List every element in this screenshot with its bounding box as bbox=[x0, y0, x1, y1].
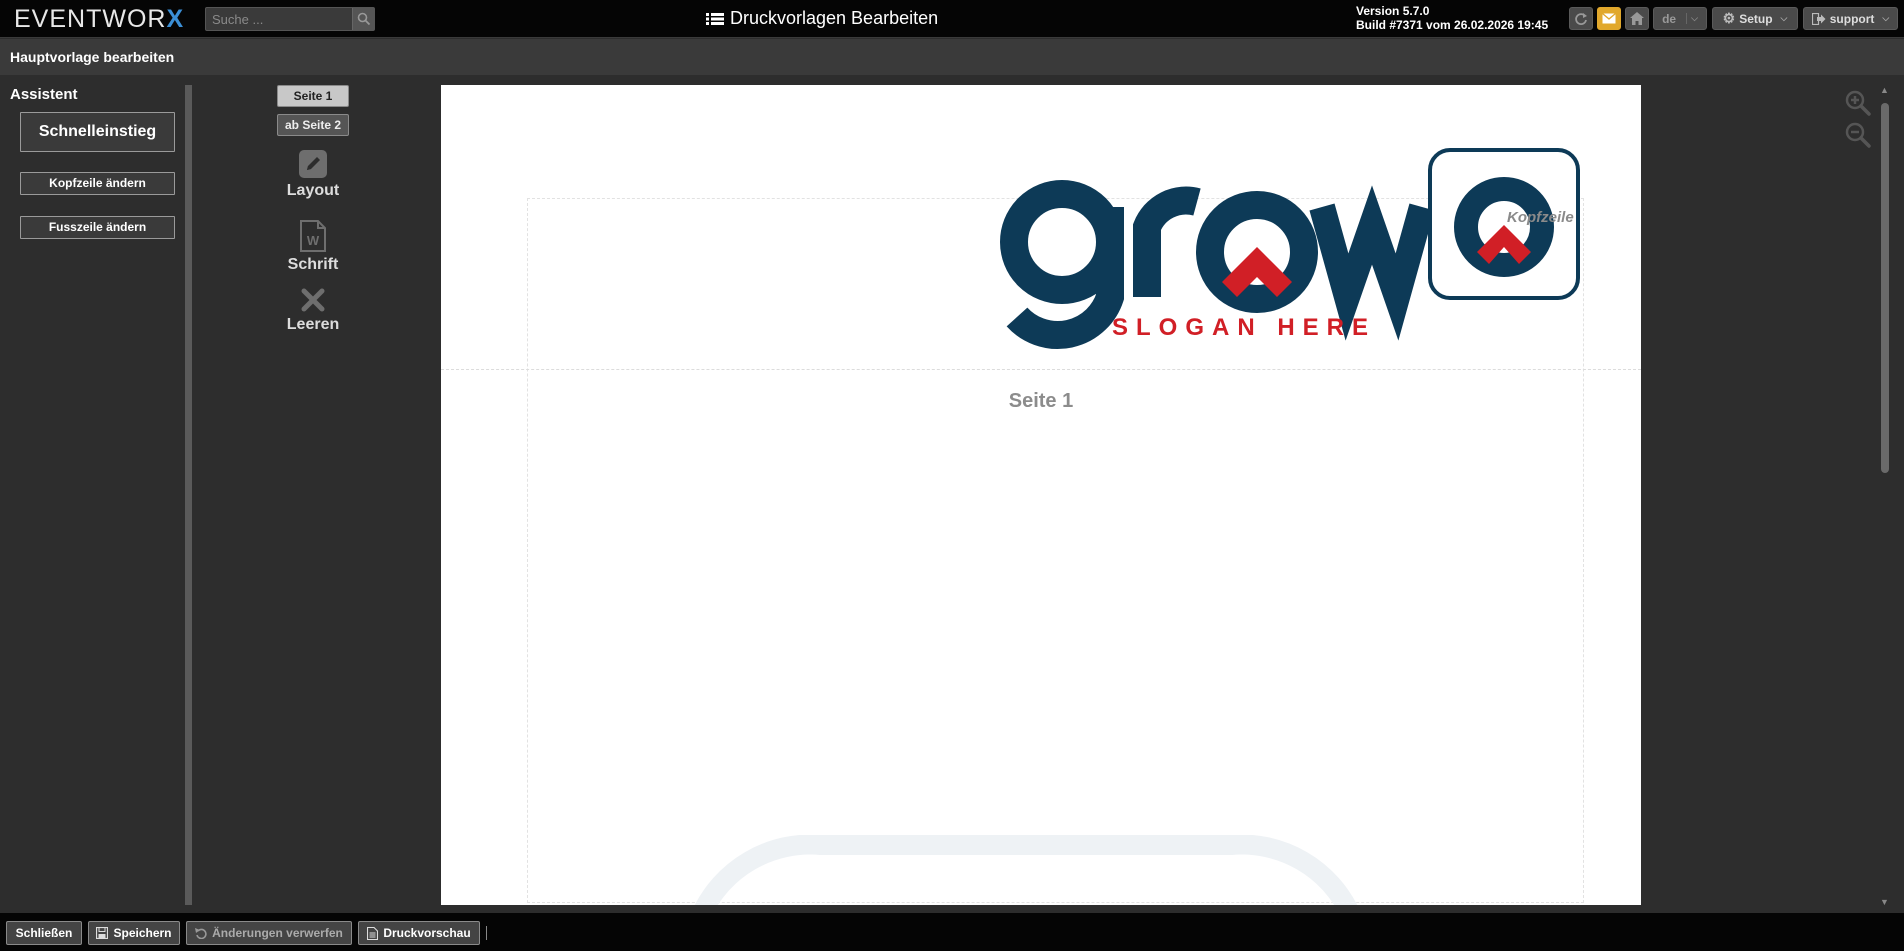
document-page[interactable]: SLOGAN HERE Kopfzeile Seite 1 bbox=[441, 85, 1641, 905]
word-document-icon: W bbox=[300, 220, 326, 252]
logo-slogan: SLOGAN HERE bbox=[1112, 314, 1376, 341]
version-number: Version 5.7.0 bbox=[1356, 4, 1430, 18]
font-label: Schrift bbox=[287, 256, 339, 273]
zoom-in-icon[interactable] bbox=[1845, 90, 1871, 116]
scrollbar-thumb[interactable] bbox=[1881, 103, 1889, 473]
mail-button[interactable] bbox=[1597, 7, 1621, 30]
quick-start-button[interactable]: Schnelleinstieg bbox=[20, 112, 175, 152]
home-icon bbox=[1630, 12, 1644, 25]
user-menu-button[interactable]: support ⌵ bbox=[1803, 7, 1898, 30]
assistant-sidebar bbox=[0, 75, 190, 913]
search-box bbox=[205, 7, 375, 31]
close-label: Schließen bbox=[15, 926, 73, 940]
watermark-shape bbox=[694, 835, 1358, 905]
save-icon bbox=[96, 927, 109, 939]
top-bar: EVENTWORX Druckvorlagen Bearbeiten Versi… bbox=[0, 0, 1904, 38]
version-info: Version 5.7.0 Build #7371 vom 26.02.2026… bbox=[1356, 4, 1548, 32]
save-button[interactable]: Speichern bbox=[88, 921, 180, 945]
sidebar-scrollbar[interactable] bbox=[185, 85, 192, 905]
header-divider bbox=[441, 369, 1641, 370]
bottom-bar: Schließen Speichern Änderungen verwerfen… bbox=[0, 913, 1904, 951]
close-button[interactable]: Schließen bbox=[6, 921, 82, 945]
gear-icon: ⚙ bbox=[1722, 10, 1736, 26]
language-label: de bbox=[1662, 11, 1677, 26]
chevron-down-icon: ⌵ bbox=[1686, 13, 1698, 24]
layout-label: Layout bbox=[286, 182, 340, 199]
list-icon bbox=[706, 12, 724, 25]
save-label: Speichern bbox=[113, 926, 172, 940]
search-input[interactable] bbox=[206, 8, 354, 30]
page-title-text: Druckvorlagen Bearbeiten bbox=[730, 8, 939, 28]
logo-text: EVENTWOR bbox=[14, 5, 167, 33]
document-scrollbar[interactable]: ▲ ▼ bbox=[1878, 85, 1892, 907]
page-title: Druckvorlagen Bearbeiten bbox=[706, 8, 938, 29]
language-select[interactable]: de ⌵ bbox=[1653, 7, 1707, 30]
edit-footer-button[interactable]: Fusszeile ändern bbox=[20, 216, 175, 239]
scroll-down-icon[interactable]: ▼ bbox=[1880, 897, 1889, 907]
preview-label: Druckvorschau bbox=[383, 926, 471, 940]
zoom-out-icon[interactable] bbox=[1845, 122, 1871, 148]
refresh-icon bbox=[1575, 12, 1587, 25]
chevron-down-icon: ⌵ bbox=[1780, 13, 1788, 23]
clear-tool[interactable]: Leeren bbox=[277, 288, 349, 334]
toolbar-separator bbox=[486, 926, 487, 940]
sub-header-title: Hauptvorlage bearbeiten bbox=[10, 49, 175, 65]
tab-page-2-onwards[interactable]: ab Seite 2 bbox=[277, 114, 349, 136]
mail-icon bbox=[1602, 13, 1616, 24]
document-icon bbox=[367, 926, 379, 940]
clear-label: Leeren bbox=[286, 316, 340, 333]
scroll-up-icon[interactable]: ▲ bbox=[1880, 85, 1889, 95]
svg-text:W: W bbox=[307, 233, 320, 248]
header-region-label: Kopfzeile bbox=[1507, 209, 1574, 226]
search-icon bbox=[357, 12, 371, 26]
assistant-title: Assistent bbox=[10, 86, 78, 103]
pencil-icon bbox=[299, 150, 327, 178]
sub-header: Hauptvorlage bearbeiten bbox=[0, 39, 1904, 75]
app-logo[interactable]: EVENTWORX bbox=[14, 5, 184, 34]
edit-header-button[interactable]: Kopfzeile ändern bbox=[20, 172, 175, 195]
chevron-down-icon: ⌵ bbox=[1882, 13, 1890, 23]
company-logo: SLOGAN HERE bbox=[1000, 148, 1580, 349]
build-info: Build #7371 vom 26.02.2026 19:45 bbox=[1356, 18, 1549, 32]
search-button[interactable] bbox=[352, 8, 374, 30]
layout-tool[interactable]: Layout bbox=[277, 150, 349, 200]
undo-icon bbox=[195, 928, 207, 939]
tab-page-1[interactable]: Seite 1 bbox=[277, 85, 349, 107]
page-label: Seite 1 bbox=[1008, 390, 1074, 412]
close-icon bbox=[301, 288, 325, 312]
discard-label: Änderungen verwerfen bbox=[212, 926, 343, 940]
setup-button[interactable]: ⚙ Setup ⌵ bbox=[1712, 7, 1798, 30]
user-label: support bbox=[1829, 11, 1875, 26]
setup-label: Setup bbox=[1739, 11, 1773, 26]
font-tool[interactable]: W Schrift bbox=[277, 220, 349, 274]
logo-accent: X bbox=[166, 5, 185, 33]
print-preview-button[interactable]: Druckvorschau bbox=[358, 921, 480, 945]
refresh-button[interactable] bbox=[1569, 7, 1593, 30]
home-button[interactable] bbox=[1625, 7, 1649, 30]
discard-changes-button[interactable]: Änderungen verwerfen bbox=[186, 921, 352, 945]
logout-icon bbox=[1811, 12, 1826, 25]
